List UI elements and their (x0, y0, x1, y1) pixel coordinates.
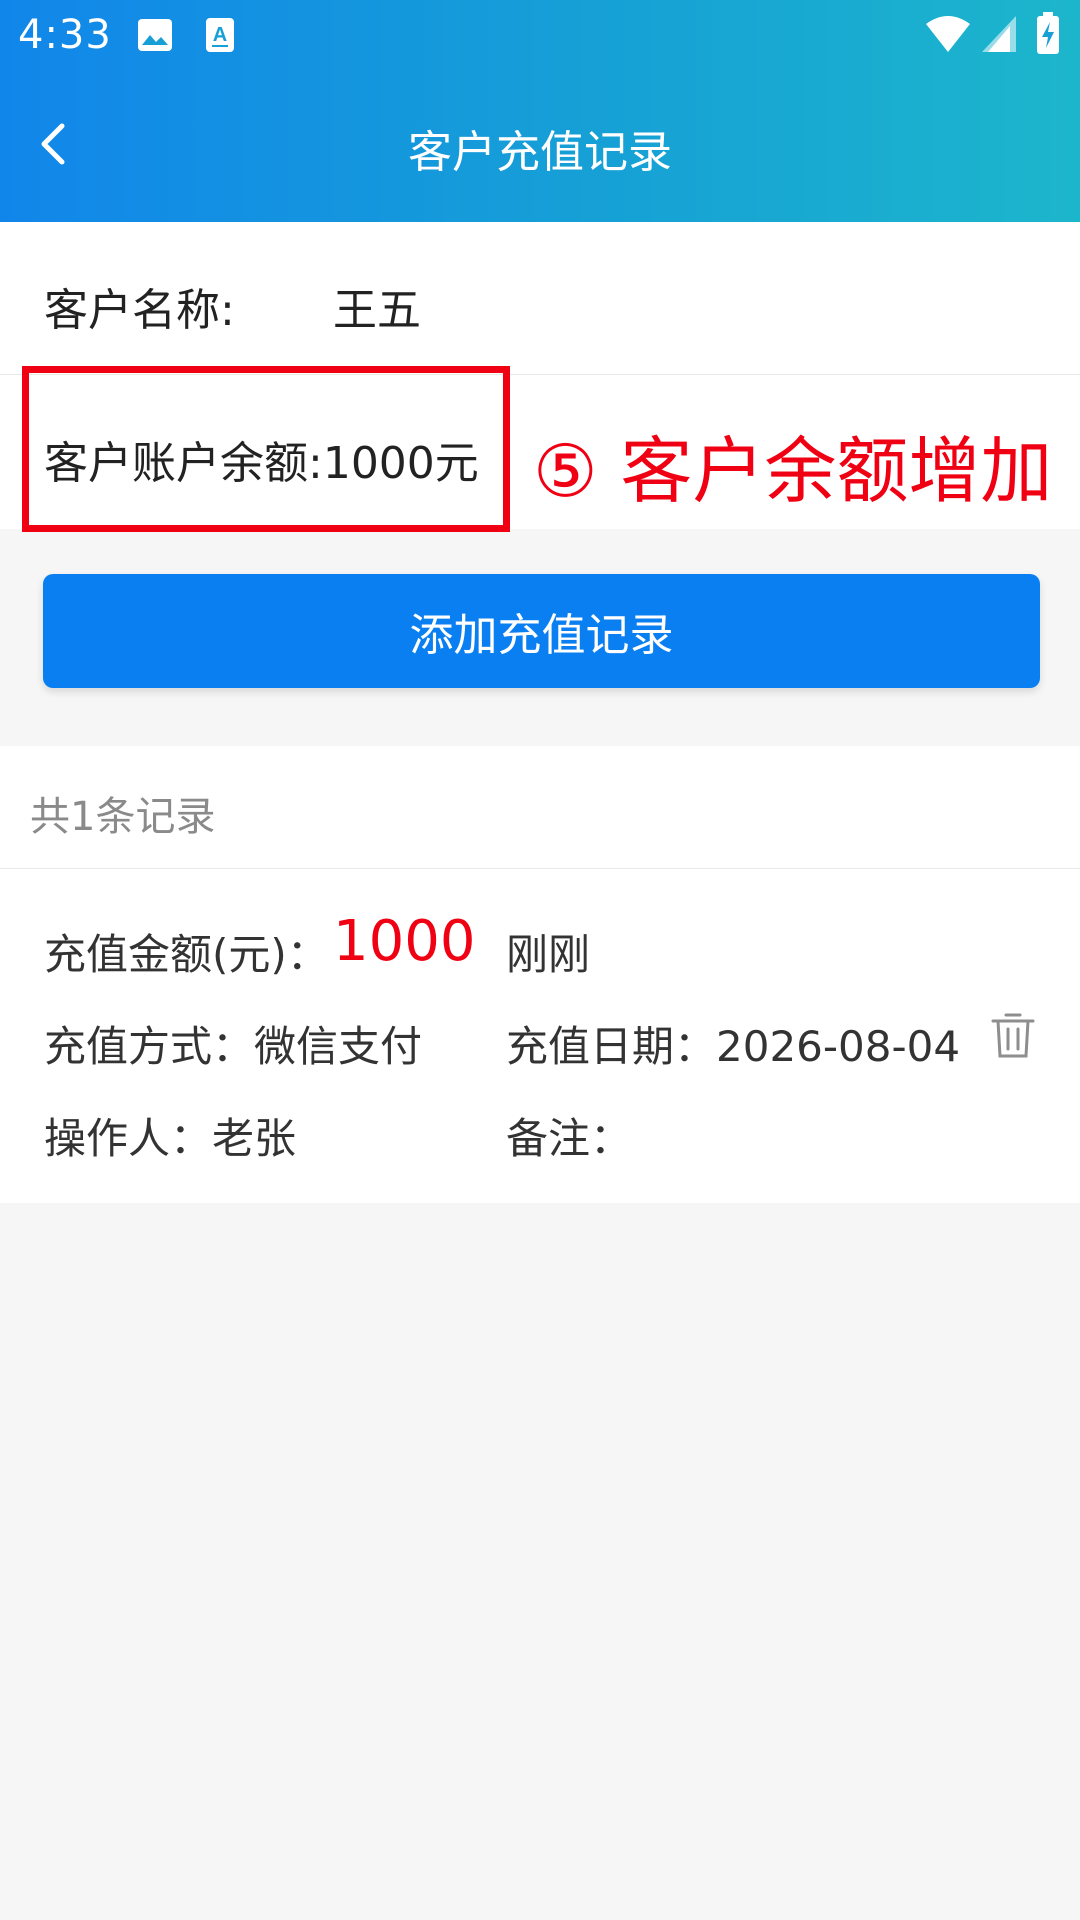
page-title: 客户充值记录 (408, 127, 672, 178)
add-recharge-record-button[interactable]: 添加充值记录 (43, 574, 1040, 688)
annotation-text: ⑤ 客户余额增加 (533, 429, 1053, 513)
note: 备注： (506, 1114, 633, 1163)
customer-name-row: 客户名称: 王五 (0, 222, 1080, 375)
status-bar: 4:33 A (0, 0, 1080, 72)
operator: 操作人：老张 (44, 1114, 297, 1163)
recharge-date: 充值日期：2026-08-04 (506, 1022, 961, 1071)
wifi-icon (926, 16, 970, 52)
amount-value: 1000 (333, 909, 476, 974)
payment-method: 充值方式：微信支付 (44, 1022, 423, 1071)
app-header: 4:33 A 客户充值记录 (0, 0, 1080, 222)
font-a-icon: A (206, 18, 234, 52)
list-item: 充值金额(元)： 1000 刚刚 充值方式：微信支付 充值日期：2026-08-… (0, 869, 1080, 1203)
trash-icon (991, 1013, 1035, 1058)
record-time: 刚刚 (506, 930, 591, 979)
delete-button[interactable] (990, 1010, 1036, 1060)
signal-icon (982, 16, 1016, 52)
image-icon (138, 19, 172, 51)
record-count-text: 共1条记录 (30, 794, 216, 840)
customer-name-label: 客户名称: (44, 285, 235, 336)
battery-charging-icon (1037, 12, 1059, 54)
amount-label: 充值金额(元)： (44, 930, 329, 979)
record-count-bar: 共1条记录 (0, 746, 1080, 869)
svg-text:A: A (213, 24, 227, 46)
customer-name-value: 王五 (333, 285, 421, 336)
highlight-box (22, 366, 510, 532)
status-time: 4:33 (18, 12, 112, 58)
